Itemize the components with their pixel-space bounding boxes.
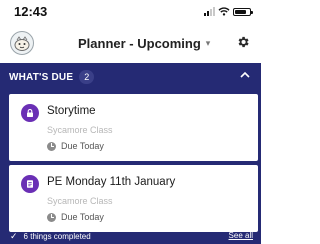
due-item-class: Sycamore Class: [47, 125, 113, 135]
checkmark-icon: ✓: [10, 231, 18, 241]
status-time: 12:43: [14, 4, 48, 19]
page-title: Planner - Upcoming: [78, 36, 201, 51]
document-icon: [21, 175, 39, 193]
chevron-down-icon: ▾: [205, 38, 211, 48]
chevron-up-icon[interactable]: [239, 69, 251, 81]
wifi-icon: [218, 7, 230, 16]
clock-icon: [47, 141, 56, 151]
cookie-avatar-icon[interactable]: [10, 31, 34, 55]
completed-summary: ✓ 6 things completed: [10, 231, 91, 242]
battery-icon: [233, 7, 253, 16]
due-item-status: Due Today: [47, 212, 104, 222]
due-item-due-text: Due Today: [61, 212, 104, 222]
completed-count-text: 6 things completed: [23, 232, 91, 241]
due-item-due-text: Due Today: [61, 141, 104, 151]
due-item-class: Sycamore Class: [47, 196, 113, 206]
signal-icon: [204, 7, 215, 16]
gear-icon[interactable]: [236, 35, 250, 49]
planner-dropdown[interactable]: Planner - Upcoming ▾: [78, 36, 210, 51]
due-item-title: PE Monday 11th January: [47, 176, 176, 188]
clock-icon: [47, 212, 56, 222]
status-icons: [204, 7, 253, 16]
lock-icon: [21, 104, 39, 122]
see-all-link[interactable]: See all: [229, 231, 253, 240]
status-bar: 12:43: [0, 0, 261, 24]
completed-footer: ✓ 6 things completed See all: [0, 229, 261, 244]
due-item-card[interactable]: PE Monday 11th January Sycamore Class Du…: [9, 165, 258, 232]
app-header: Planner - Upcoming ▾: [0, 28, 261, 62]
due-item-title: Storytime: [47, 105, 96, 117]
whats-due-header[interactable]: WHAT'S DUE 2: [9, 70, 95, 84]
whats-due-panel: WHAT'S DUE 2 Storytime Sycamore Class Du…: [0, 63, 261, 244]
due-item-status: Due Today: [47, 141, 104, 151]
section-title: WHAT'S DUE: [9, 71, 74, 83]
due-item-card[interactable]: Storytime Sycamore Class Due Today: [9, 94, 258, 161]
due-count-badge: 2: [79, 70, 95, 84]
